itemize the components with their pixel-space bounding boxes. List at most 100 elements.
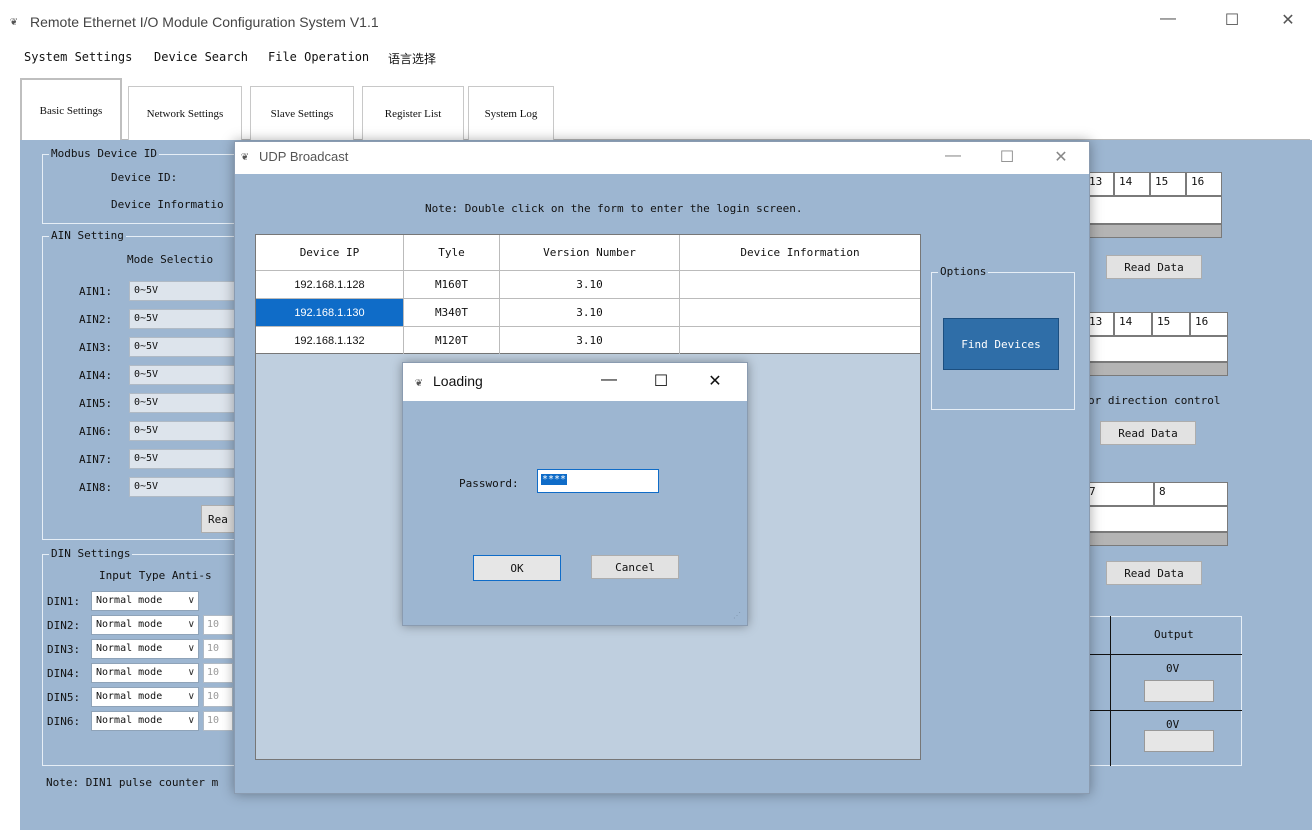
tab-slave-settings[interactable]: Slave Settings bbox=[250, 86, 354, 140]
grid3-col-7: 7 bbox=[1084, 482, 1154, 506]
din5-value[interactable]: 10 bbox=[203, 687, 233, 707]
din1-mode: Normal mode bbox=[96, 595, 163, 606]
row-2-version[interactable]: 3.10 bbox=[500, 299, 680, 327]
udp-window-title: UDP Broadcast bbox=[259, 149, 349, 164]
row-1-ip[interactable]: 192.168.1.128 bbox=[256, 271, 404, 299]
loading-minimize-button[interactable]: — bbox=[589, 371, 629, 389]
direction-control-label: or direction control bbox=[1088, 394, 1221, 407]
loading-title: Loading bbox=[433, 373, 483, 389]
din2-mode: Normal mode bbox=[96, 619, 163, 630]
output-divider bbox=[1110, 616, 1111, 766]
find-devices-button[interactable]: Find Devices bbox=[943, 318, 1059, 370]
row-2-type[interactable]: M340T bbox=[404, 299, 500, 327]
row-2-info[interactable] bbox=[680, 299, 920, 327]
row-2-ip-selected[interactable]: 192.168.1.130 bbox=[256, 299, 404, 327]
loading-maximize-button[interactable]: ☐ bbox=[641, 371, 681, 391]
udp-maximize-button[interactable]: ☐ bbox=[987, 147, 1027, 167]
grid2-col-15: 15 bbox=[1152, 312, 1190, 336]
row-3-type[interactable]: M120T bbox=[404, 327, 500, 355]
options-group-title: Options bbox=[938, 265, 989, 278]
din3-combo[interactable]: Normal mode ∨ bbox=[91, 639, 199, 659]
maximize-button[interactable]: ☐ bbox=[1212, 10, 1252, 30]
row-1-type[interactable]: M160T bbox=[404, 271, 500, 299]
row-3-ip[interactable]: 192.168.1.132 bbox=[256, 327, 404, 355]
din5-combo[interactable]: Normal mode ∨ bbox=[91, 687, 199, 707]
tab-basic-settings[interactable]: Basic Settings bbox=[20, 78, 122, 142]
col-device-ip[interactable]: Device IP bbox=[256, 235, 404, 271]
chevron-down-icon: ∨ bbox=[187, 691, 195, 702]
din2-value[interactable]: 10 bbox=[203, 615, 233, 635]
grid1-scrollbar[interactable] bbox=[1084, 224, 1222, 238]
din6-combo[interactable]: Normal mode ∨ bbox=[91, 711, 199, 731]
din6-label: DIN6: bbox=[47, 715, 81, 728]
menu-device-search[interactable]: Device Search bbox=[154, 50, 248, 64]
grid2-scrollbar[interactable] bbox=[1084, 362, 1228, 376]
ain5-label: AIN5: bbox=[79, 397, 113, 410]
tab-register-list[interactable]: Register List bbox=[362, 86, 464, 140]
col-type[interactable]: Tyle bbox=[404, 235, 500, 271]
cancel-button[interactable]: Cancel bbox=[591, 555, 679, 579]
read-data-button-2[interactable]: Read Data bbox=[1100, 421, 1196, 445]
din-note: Note: DIN1 pulse counter m bbox=[46, 776, 219, 789]
close-button[interactable]: ✕ bbox=[1268, 10, 1308, 30]
row-1-info[interactable] bbox=[680, 271, 920, 299]
udp-note: Note: Double click on the form to enter … bbox=[425, 202, 803, 215]
ok-button[interactable]: OK bbox=[473, 555, 561, 581]
col-version[interactable]: Version Number bbox=[500, 235, 680, 271]
device-id-label: Device ID: bbox=[111, 171, 178, 184]
grid1-col-15: 15 bbox=[1150, 172, 1186, 196]
din2-combo[interactable]: Normal mode ∨ bbox=[91, 615, 199, 635]
row-3-version[interactable]: 3.10 bbox=[500, 327, 680, 355]
din6-value[interactable]: 10 bbox=[203, 711, 233, 731]
din1-combo[interactable]: Normal mode ∨ bbox=[91, 591, 199, 611]
resize-grip-icon[interactable]: ⋰ bbox=[733, 611, 741, 620]
udp-titlebar: ❦ UDP Broadcast — ☐ ✕ bbox=[235, 142, 1089, 174]
menu-language[interactable]: 语言选择 bbox=[388, 50, 436, 67]
ain4-label: AIN4: bbox=[79, 369, 113, 382]
device-info-label: Device Informatio bbox=[111, 198, 224, 211]
main-titlebar: ❦ Remote Ethernet I/O Module Configurati… bbox=[0, 0, 1312, 44]
din-group-title: DIN Settings bbox=[49, 547, 133, 560]
password-label: Password: bbox=[459, 477, 519, 490]
tab-network-settings[interactable]: Network Settings bbox=[128, 86, 242, 140]
ain1-label: AIN1: bbox=[79, 285, 113, 298]
din4-combo[interactable]: Normal mode ∨ bbox=[91, 663, 199, 683]
col-device-info[interactable]: Device Information bbox=[680, 235, 920, 271]
row-3-info[interactable] bbox=[680, 327, 920, 355]
menu-system-settings[interactable]: System Settings bbox=[24, 50, 132, 64]
password-value: **** bbox=[541, 474, 568, 485]
tab-system-log[interactable]: System Log bbox=[468, 86, 554, 140]
chevron-down-icon: ∨ bbox=[187, 715, 195, 726]
loading-titlebar: ❦ Loading — ☐ ✕ bbox=[403, 363, 747, 401]
device-table: Device IP Tyle Version Number Device Inf… bbox=[255, 234, 921, 355]
ain6-label: AIN6: bbox=[79, 425, 113, 438]
ain2-label: AIN2: bbox=[79, 313, 113, 326]
minimize-button[interactable]: — bbox=[1148, 10, 1188, 28]
menubar: System Settings Device Search File Opera… bbox=[0, 44, 1312, 74]
udp-close-button[interactable]: ✕ bbox=[1041, 147, 1081, 167]
din5-mode: Normal mode bbox=[96, 691, 163, 702]
grid3-scrollbar[interactable] bbox=[1084, 532, 1228, 546]
password-input[interactable]: **** bbox=[537, 469, 659, 493]
row-1-version[interactable]: 3.10 bbox=[500, 271, 680, 299]
din6-mode: Normal mode bbox=[96, 715, 163, 726]
loading-dialog: ❦ Loading — ☐ ✕ Password: **** OK Cancel… bbox=[402, 362, 748, 626]
read-data-button-1[interactable]: Read Data bbox=[1106, 255, 1202, 279]
ain7-label: AIN7: bbox=[79, 453, 113, 466]
menu-file-operation[interactable]: File Operation bbox=[268, 50, 369, 64]
output-row-1-field[interactable] bbox=[1144, 680, 1214, 702]
din1-label: DIN1: bbox=[47, 595, 81, 608]
din4-value[interactable]: 10 bbox=[203, 663, 233, 683]
din4-label: DIN4: bbox=[47, 667, 81, 680]
read-data-button-3[interactable]: Read Data bbox=[1106, 561, 1202, 585]
din3-label: DIN3: bbox=[47, 643, 81, 656]
output-row-2-field[interactable] bbox=[1144, 730, 1214, 752]
din3-mode: Normal mode bbox=[96, 643, 163, 654]
udp-minimize-button[interactable]: — bbox=[933, 147, 973, 165]
din2-label: DIN2: bbox=[47, 619, 81, 632]
din3-value[interactable]: 10 bbox=[203, 639, 233, 659]
modbus-group-title: Modbus Device ID bbox=[49, 147, 159, 160]
loading-close-button[interactable]: ✕ bbox=[695, 371, 735, 391]
din5-label: DIN5: bbox=[47, 691, 81, 704]
app-icon: ❦ bbox=[241, 149, 249, 163]
